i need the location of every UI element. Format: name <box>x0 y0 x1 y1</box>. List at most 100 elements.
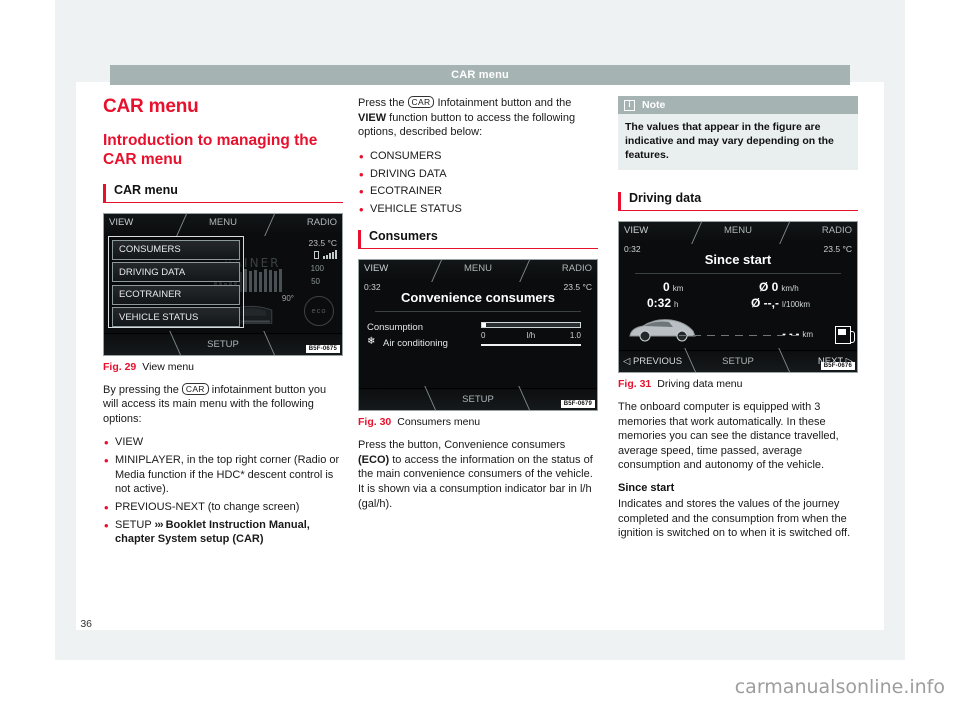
car-button-key: CAR <box>407 96 435 108</box>
tab-divider <box>176 213 189 236</box>
column-middle: Press the CAR Infotainment button and th… <box>358 96 598 520</box>
tab-divider <box>264 213 277 236</box>
fuel-pump-icon <box>835 325 855 344</box>
press-text-a: Press the <box>358 97 408 109</box>
subheading-consumers: Consumers <box>358 230 598 250</box>
screen-divider <box>635 272 841 274</box>
heading-since-start: Since start <box>618 482 675 495</box>
tab-divider <box>691 221 704 244</box>
tab-setup[interactable]: SETUP <box>722 356 754 367</box>
list-item-label: VEHICLE STATUS <box>370 202 462 215</box>
infotainment-screen-driving-data: VIEW MENU RADIO 0:32 23.5 °C Since start… <box>618 220 858 373</box>
menu-item-consumers[interactable]: CONSUMERS <box>112 239 240 260</box>
running-header-title: CAR menu <box>451 69 509 81</box>
list-item-label: VIEW <box>115 436 144 449</box>
tab-setup[interactable]: SETUP <box>462 394 494 405</box>
column-right: i Note The values that appear in the fig… <box>618 96 858 550</box>
note-text: The values that appear in the figure are… <box>618 114 858 171</box>
options-list: VIEW MINIPLAYER, in the top right corner… <box>103 434 343 546</box>
menu-item-label: VEHICLE STATUS <box>119 311 199 323</box>
consumption-label: Consumption <box>367 322 423 334</box>
subheading-car-menu: CAR menu <box>103 183 343 203</box>
menu-item-vehicle-status[interactable]: VEHICLE STATUS <box>112 307 240 328</box>
running-header: CAR menu <box>110 65 850 85</box>
avg-speed-unit: km/h <box>781 283 799 293</box>
screen-top-tabbar: VIEW MENU RADIO <box>619 221 857 244</box>
air-conditioning-label: Air conditioning <box>383 338 448 350</box>
list-item-label: SETUP <box>115 518 152 531</box>
tab-divider <box>518 386 533 411</box>
screen-top-tabbar: VIEW MENU RADIO <box>359 260 597 283</box>
list-item-label: DRIVING DATA <box>370 167 447 180</box>
figure-29: VIEW MENU RADIO RAINER 23.5 °C 100 50 90… <box>103 212 343 373</box>
figure-caption-text: View menu <box>142 360 195 373</box>
since-start-paragraph: Indicates and stores the values of the j… <box>618 498 851 540</box>
tab-view[interactable]: VIEW <box>364 263 388 274</box>
tab-divider <box>263 330 278 355</box>
tab-radio[interactable]: RADIO <box>822 225 852 236</box>
snowflake-icon: ❄ <box>367 336 376 348</box>
scale-low-label: 50 <box>311 276 320 286</box>
press-car-paragraph: Press the CAR Infotainment button and th… <box>358 96 598 140</box>
figure-caption: Fig. 29 View menu <box>103 361 343 373</box>
screen-divider <box>375 311 581 313</box>
range-readout: - - - km <box>782 328 813 340</box>
avg-speed-readout: Ø 0 km/h <box>759 280 799 294</box>
menu-item-ecotrainer[interactable]: ECOTRAINER <box>112 284 240 305</box>
note-header: i Note <box>618 96 858 114</box>
range-unit: km <box>802 329 813 339</box>
tab-divider <box>424 386 439 411</box>
figure-caption-text: Driving data menu <box>657 377 743 390</box>
tab-view[interactable]: VIEW <box>109 217 133 228</box>
car-button-key: CAR <box>181 382 209 395</box>
menu-item-label: CONSUMERS <box>119 244 181 256</box>
list-item: CONSUMERS <box>358 148 598 165</box>
tab-divider <box>431 260 444 283</box>
screen-temperature: 23.5 °C <box>308 237 337 248</box>
figure-label: Fig. 30 <box>358 416 392 429</box>
air-conditioning-bar <box>481 344 581 347</box>
intro-text-a: By pressing the <box>103 383 182 396</box>
tab-previous[interactable]: ◁ PREVIOUS <box>623 356 682 367</box>
time-unit: h <box>674 299 679 309</box>
note-box: i Note The values that appear in the fig… <box>618 96 858 171</box>
eco-badge: eco <box>304 295 334 326</box>
tab-radio[interactable]: RADIO <box>562 263 592 274</box>
menu-item-label: DRIVING DATA <box>119 266 186 278</box>
watermark: carmanualsonline.info <box>734 676 945 698</box>
car-illustration <box>629 319 696 342</box>
tab-menu[interactable]: MENU <box>209 217 237 228</box>
press-text-c: function button to access the following … <box>358 111 576 139</box>
signal-icon <box>314 249 337 259</box>
consumers-paragraph: Press the button, Convenience consumers … <box>358 438 598 511</box>
onboard-computer-paragraph: The onboard computer is equipped with 3 … <box>618 400 839 472</box>
menu-item-label: ECOTRAINER <box>119 289 182 301</box>
press-text-b: Infotainment button and the <box>434 97 572 109</box>
tab-divider <box>519 260 532 283</box>
view-menu-panel: CONSUMERS DRIVING DATA ECOTRAINER VEHICL… <box>108 235 244 328</box>
distance-unit: km <box>672 283 684 293</box>
menu-item-driving-data[interactable]: DRIVING DATA <box>112 262 240 283</box>
tab-divider <box>779 221 792 244</box>
screen-top-tabbar: VIEW MENU RADIO <box>104 213 342 236</box>
consumption-gauge <box>481 322 581 329</box>
tab-view[interactable]: VIEW <box>624 225 648 236</box>
info-icon: i <box>624 99 635 111</box>
infotainment-screen-view-menu: VIEW MENU RADIO RAINER 23.5 °C 100 50 90… <box>103 212 343 356</box>
page-number: 36 <box>80 618 92 630</box>
page-root: CAR menu 36 carmanualsonline.info CAR me… <box>0 0 960 708</box>
subheading-driving-data: Driving data <box>618 191 858 211</box>
intro-paragraph: By pressing the CAR infotainment button … <box>103 382 343 427</box>
tab-radio[interactable]: RADIO <box>307 217 337 228</box>
tab-menu[interactable]: MENU <box>724 225 752 236</box>
figure-label: Fig. 31 <box>618 377 652 390</box>
figure-caption: Fig. 31 Driving data menu <box>618 378 858 390</box>
figure-code: B5F-0676 <box>820 361 855 370</box>
gauge-fill <box>482 323 486 328</box>
avg-consumption-unit: l/100km <box>782 299 811 309</box>
tab-setup[interactable]: SETUP <box>207 339 239 350</box>
tab-menu[interactable]: MENU <box>464 263 492 274</box>
range-value: - - - <box>782 327 800 340</box>
battery-icon <box>314 250 319 259</box>
figure-caption: Fig. 30 Consumers menu <box>358 416 598 428</box>
